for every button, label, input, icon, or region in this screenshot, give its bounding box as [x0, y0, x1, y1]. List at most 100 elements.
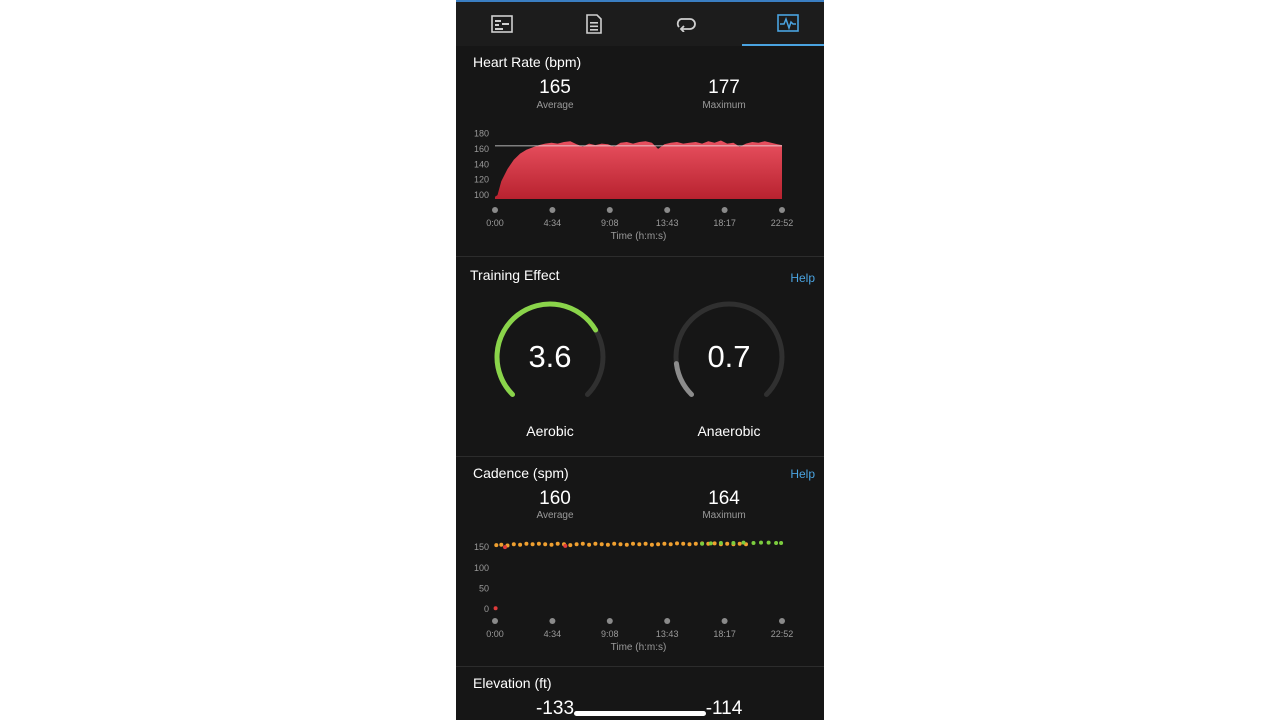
- cadence-point: [675, 541, 679, 546]
- x-tick-label: 18:17: [713, 218, 736, 228]
- activity-graph-icon: [777, 14, 799, 32]
- cadence-chart[interactable]: 150 100 50 0 0:00 4:34 9:08 13:43 18:17 22:52 Time…: [456, 535, 824, 657]
- x-tick-label: 22:52: [771, 218, 794, 228]
- x-tick-dot: [549, 618, 556, 624]
- x-tick-label: 0:00: [486, 629, 504, 639]
- cadence-title: Cadence (spm): [473, 465, 569, 481]
- laps-loop-icon: [676, 18, 696, 32]
- cadence-point: [574, 542, 579, 547]
- cadence-point: [708, 541, 713, 546]
- cadence-point: [637, 542, 642, 547]
- cadence-point: [549, 542, 554, 547]
- summary-chart-icon: [491, 15, 513, 33]
- y-tick-label: 100: [474, 190, 489, 200]
- cadence-point: [563, 543, 568, 548]
- tab-bar: [456, 0, 824, 46]
- y-tick-label: 140: [474, 159, 489, 169]
- cadence-point: [599, 542, 604, 547]
- x-tick-dot: [664, 618, 671, 624]
- y-tick-label: 120: [474, 175, 489, 185]
- x-tick-dot: [721, 207, 728, 213]
- x-tick-label: 9:08: [601, 629, 619, 639]
- heart-rate-area: [495, 140, 782, 199]
- cadence-point: [779, 541, 784, 545]
- aerobic-label: Aerobic: [526, 423, 574, 439]
- cadence-point: [493, 606, 498, 611]
- cadence-point: [687, 542, 692, 547]
- cadence-point: [555, 541, 560, 546]
- heart-rate-average-label: Average: [536, 100, 574, 111]
- tab-laps[interactable]: [640, 2, 732, 46]
- y-tick-label: 160: [474, 144, 489, 154]
- cadence-average-value: 160: [539, 488, 571, 509]
- cadence-point: [593, 541, 598, 546]
- x-tick-dot: [492, 618, 498, 624]
- cadence-point: [568, 543, 573, 548]
- heart-rate-chart[interactable]: 180 160 140 120 100 0:00 4:34 9:08 13:43 18:17 22:…: [456, 124, 824, 246]
- elevation-average-value: -133: [535, 698, 575, 719]
- heart-rate-title: Heart Rate (bpm): [473, 54, 582, 70]
- cadence-point: [741, 540, 746, 545]
- cadence-point: [656, 542, 661, 547]
- cadence-point: [751, 541, 756, 545]
- x-tick-label: 4:34: [544, 629, 562, 639]
- x-tick-dot: [606, 207, 613, 213]
- x-axis-title: Time (h:m:s): [611, 231, 667, 242]
- x-tick-dot: [721, 618, 728, 624]
- tab-details[interactable]: [548, 2, 640, 46]
- y-tick-label: 150: [474, 542, 489, 552]
- training-effect-help-link[interactable]: Help: [790, 271, 815, 285]
- document-list-icon: [586, 14, 602, 34]
- cadence-help-link[interactable]: Help: [790, 467, 815, 481]
- cadence-point: [624, 542, 629, 547]
- cadence-point: [536, 541, 541, 546]
- x-tick-dot: [664, 207, 671, 213]
- cadence-point: [693, 541, 698, 546]
- cadence-point: [737, 541, 742, 546]
- heart-rate-average-value: 165: [539, 77, 571, 98]
- x-tick-label: 4:34: [544, 218, 562, 228]
- cadence-point: [494, 543, 499, 548]
- x-tick-label: 18:17: [713, 629, 736, 639]
- elevation-maximum-value: -114: [705, 698, 743, 719]
- cadence-maximum-label: Maximum: [702, 510, 746, 521]
- cadence-point: [643, 541, 648, 546]
- anaerobic-label: Anaerobic: [697, 423, 761, 439]
- y-tick-label: 0: [484, 604, 489, 614]
- tab-charts[interactable]: [742, 2, 824, 46]
- x-tick-dot: [779, 618, 785, 624]
- training-effect-title: Training Effect: [470, 267, 560, 283]
- x-tick-label: 9:08: [601, 218, 619, 228]
- elevation-title: Elevation (ft): [473, 675, 552, 691]
- heart-rate-maximum-label: Maximum: [702, 100, 746, 111]
- x-tick-dot: [779, 207, 785, 213]
- y-tick-label: 100: [474, 563, 489, 573]
- x-tick-label: 13:43: [656, 629, 679, 639]
- cadence-point: [725, 541, 730, 546]
- heart-rate-section: Heart Rate (bpm) 165 Average 177 Maximum…: [456, 46, 824, 256]
- cadence-point: [605, 542, 610, 547]
- cadence-point: [774, 541, 779, 545]
- cadence-point: [499, 542, 504, 547]
- x-tick-dot: [549, 207, 556, 213]
- x-tick-dot: [606, 618, 613, 624]
- cadence-point: [759, 540, 763, 545]
- cadence-point: [649, 542, 654, 547]
- cadence-point: [718, 541, 723, 545]
- cadence-point: [668, 542, 673, 547]
- x-tick-label: 22:52: [771, 629, 794, 639]
- cadence-average-label: Average: [536, 510, 574, 521]
- cadence-point: [700, 541, 705, 546]
- cadence-point: [612, 541, 617, 546]
- cadence-point: [580, 541, 585, 546]
- cadence-point: [503, 545, 507, 550]
- tab-summary[interactable]: [456, 2, 548, 46]
- cadence-point: [530, 542, 535, 547]
- x-axis-title: Time (h:m:s): [611, 642, 667, 653]
- cadence-point: [543, 542, 548, 547]
- training-effect-section: Training Effect Help 3.6 Aerobic 0.7 Ana…: [456, 257, 824, 456]
- x-tick-label: 13:43: [656, 218, 679, 228]
- y-tick-label: 180: [474, 129, 489, 139]
- cadence-point: [511, 542, 516, 547]
- cadence-point: [524, 541, 529, 546]
